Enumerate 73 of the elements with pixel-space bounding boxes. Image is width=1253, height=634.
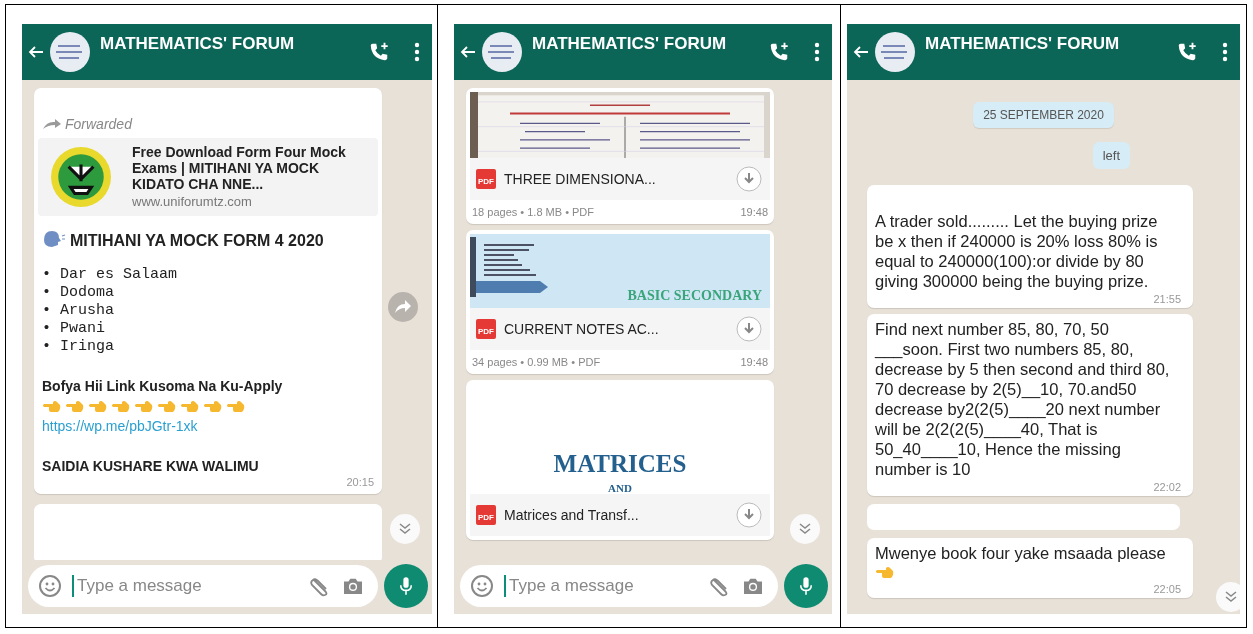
group-avatar[interactable]: [875, 32, 915, 72]
scroll-down-icon[interactable]: [390, 514, 420, 544]
message-time: 19:48: [740, 206, 768, 218]
message-time: 20:15: [346, 476, 374, 488]
microphone-icon: [399, 576, 413, 596]
chat-title: MATHEMATICS' FORUM: [532, 34, 727, 54]
cover-title: MATRICES: [553, 450, 687, 478]
message-time: 22:05: [1153, 583, 1181, 595]
download-icon[interactable]: [736, 316, 762, 342]
forwarded-icon: [42, 118, 62, 130]
file-name: Matrices and Transf...: [504, 507, 640, 523]
document-file[interactable]: PDF CURRENT NOTES AC...: [470, 308, 770, 350]
download-icon[interactable]: [736, 166, 762, 192]
document-file[interactable]: PDF THREE DIMENSIONA...: [470, 158, 770, 200]
back-icon[interactable]: [853, 44, 869, 60]
camera-icon[interactable]: [742, 577, 764, 595]
download-icon[interactable]: [736, 502, 762, 528]
list-item: • Dodoma: [42, 284, 115, 302]
file-name: THREE DIMENSIONA...: [504, 171, 657, 187]
voice-message-button[interactable]: [384, 564, 428, 608]
cover-caption: BASIC SECONDARY: [627, 288, 762, 304]
message-time: 21:55: [1153, 293, 1181, 305]
add-call-icon[interactable]: [1176, 41, 1198, 63]
message-time: 22:02: [1153, 481, 1181, 493]
chat-title: MATHEMATICS' FORUM: [100, 34, 295, 54]
group-avatar[interactable]: [482, 32, 522, 72]
message-text: Bofya Hii Link Kusoma Na Ku-Apply: [42, 378, 284, 394]
file-meta: 34 pages • 0.99 MB • PDF: [472, 356, 601, 368]
add-call-icon[interactable]: [368, 41, 390, 63]
file-meta: 18 pages • 1.8 MB • PDF: [472, 206, 595, 218]
message-field[interactable]: Type a message: [28, 565, 378, 607]
message-text: SAIDIA KUSHARE KWA WALIMU: [42, 458, 260, 474]
file-name: CURRENT NOTES AC...: [504, 321, 660, 337]
message-time: 19:48: [740, 356, 768, 368]
emoji-icon[interactable]: [38, 574, 62, 598]
outgoing-bubble: left: [1092, 142, 1130, 169]
voice-message-button[interactable]: [784, 564, 828, 608]
back-icon[interactable]: [460, 44, 476, 60]
preview-title: Free Download Form Four Mock Exams | MITIHANI YA MOCK KIDATO CHA NNE...: [132, 144, 347, 192]
back-icon[interactable]: [28, 44, 44, 60]
speaking-head-icon: [42, 230, 66, 248]
forwarded-label: Forwarded: [65, 116, 132, 132]
scroll-down-icon[interactable]: [1216, 582, 1240, 612]
list-item: • Dar es Salaam: [42, 266, 179, 284]
message-heading: MITIHANI YA MOCK FORM 4 2020: [70, 231, 324, 251]
pdf-badge: PDF: [476, 319, 496, 339]
chat-title: MATHEMATICS' FORUM: [925, 34, 1120, 54]
camera-icon[interactable]: [342, 577, 364, 595]
menu-icon[interactable]: [814, 42, 820, 62]
menu-icon[interactable]: [1222, 42, 1228, 62]
message-text: Find next number 85, 80, 70, 50 ___soon. First two numbers 85, 80, decrease by 5 then second and third 80, 70 decrease by 2(5)__10, 70.and50 decrease by2(2(5)____20 next number will be 2(2(2(5)____40, That is 50_40____10, Hence the missing number is 10: [875, 319, 1171, 479]
menu-icon[interactable]: [414, 42, 420, 62]
message-input[interactable]: Type a message: [72, 575, 298, 597]
list-item: • Iringa: [42, 338, 115, 356]
preview-domain: www.uniforumtz.com: [132, 194, 253, 209]
cover-subtitle: AND: [608, 482, 632, 494]
message-field[interactable]: Type a message: [460, 565, 778, 607]
emoji-icon[interactable]: [470, 574, 494, 598]
date-chip: 25 SEPTEMBER 2020: [973, 102, 1114, 128]
list-item: • Pwani: [42, 320, 106, 338]
microphone-icon: [799, 576, 813, 596]
add-call-icon[interactable]: [768, 41, 790, 63]
message-text: A trader sold......... Let the buying prize be x then if 240000 is 20% loss 80% is equal to 240000(100):or divide by 80 giving 300000 being the buying prize.: [875, 211, 1159, 291]
link-preview[interactable]: Free Download Form Four Mock Exams | MITIHANI YA MOCK KIDATO CHA NNE... www.uniforumtz.com: [38, 138, 378, 216]
scroll-down-icon[interactable]: [790, 514, 820, 544]
pdf-badge: PDF: [476, 505, 496, 525]
document-file[interactable]: PDF Matrices and Transf...: [470, 494, 770, 536]
pdf-badge: PDF: [476, 169, 496, 189]
emblem-icon: [50, 146, 112, 208]
list-item: • Arusha: [42, 302, 115, 320]
group-avatar[interactable]: [50, 32, 90, 72]
message-input[interactable]: Type a message: [504, 575, 698, 597]
message-text: Mwenye book four yake msaada please: [875, 543, 1166, 563]
